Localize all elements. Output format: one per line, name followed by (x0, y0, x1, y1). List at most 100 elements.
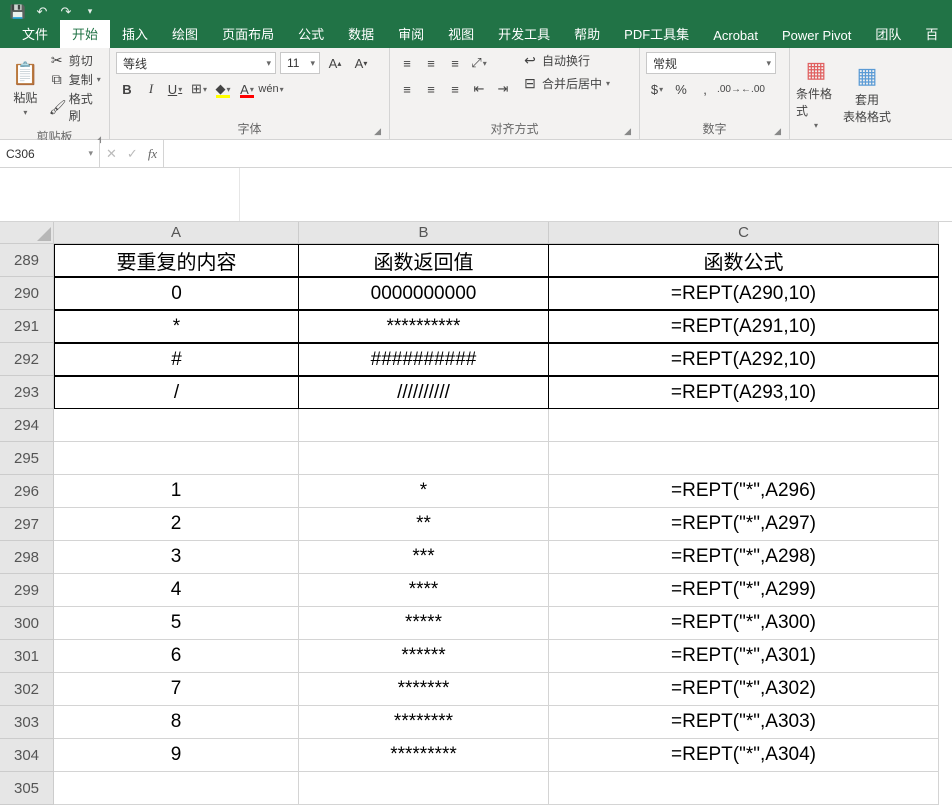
tab-插入[interactable]: 插入 (110, 20, 160, 48)
tab-百[interactable]: 百 (913, 20, 950, 48)
cell[interactable] (54, 442, 299, 475)
increase-indent-icon[interactable]: ⇥ (492, 78, 514, 100)
cell[interactable]: / (54, 376, 299, 409)
tab-文件[interactable]: 文件 (10, 20, 60, 48)
cell[interactable]: ########## (299, 343, 549, 376)
row-header[interactable]: 289 (0, 244, 54, 277)
select-all-corner[interactable] (0, 222, 54, 244)
tab-视图[interactable]: 视图 (436, 20, 486, 48)
row-header[interactable]: 291 (0, 310, 54, 343)
cell[interactable]: =REPT("*",A302) (549, 673, 939, 706)
orientation-icon[interactable]: ⤢▾ (468, 52, 490, 74)
cell[interactable] (299, 409, 549, 442)
cell[interactable]: 7 (54, 673, 299, 706)
italic-button[interactable]: I (140, 78, 162, 100)
row-header[interactable]: 297 (0, 508, 54, 541)
row-header[interactable]: 296 (0, 475, 54, 508)
tab-帮助[interactable]: 帮助 (562, 20, 612, 48)
merge-center-button[interactable]: ⊟合并后居中▾ (522, 75, 610, 92)
cell[interactable] (54, 772, 299, 805)
cell[interactable] (549, 409, 939, 442)
cell[interactable]: 函数公式 (549, 244, 939, 277)
underline-button[interactable]: U▾ (164, 78, 186, 100)
wrap-text-button[interactable]: ↩自动换行 (522, 52, 610, 69)
tab-绘图[interactable]: 绘图 (160, 20, 210, 48)
row-header[interactable]: 295 (0, 442, 54, 475)
tab-开发工具[interactable]: 开发工具 (486, 20, 562, 48)
row-header[interactable]: 298 (0, 541, 54, 574)
tab-Acrobat[interactable]: Acrobat (701, 24, 770, 48)
qat-more-icon[interactable]: ▾ (78, 6, 102, 17)
worksheet[interactable]: A B C 289要重复的内容函数返回值函数公式29000000000000=R… (0, 222, 952, 805)
row-header[interactable]: 302 (0, 673, 54, 706)
comma-icon[interactable]: , (694, 78, 716, 100)
percent-icon[interactable]: % (670, 78, 692, 100)
dialog-launcher-icon[interactable]: ◢ (774, 126, 781, 137)
cell[interactable]: =REPT("*",A297) (549, 508, 939, 541)
paste-button[interactable]: 📋 粘贴 ▾ (6, 52, 45, 126)
row-header[interactable]: 292 (0, 343, 54, 376)
tab-团队[interactable]: 团队 (863, 20, 913, 48)
tab-Power Pivot[interactable]: Power Pivot (770, 24, 863, 48)
font-size-combo[interactable]: 11 (280, 52, 320, 74)
cell[interactable]: ********* (299, 739, 549, 772)
column-header[interactable]: A (54, 222, 299, 244)
cell[interactable]: =REPT("*",A300) (549, 607, 939, 640)
row-header[interactable]: 293 (0, 376, 54, 409)
cell[interactable]: 3 (54, 541, 299, 574)
cell[interactable] (549, 442, 939, 475)
save-icon[interactable]: 💾 (6, 4, 30, 20)
cell[interactable]: ** (299, 508, 549, 541)
row-header[interactable]: 290 (0, 277, 54, 310)
cell[interactable]: =REPT(A291,10) (549, 310, 939, 343)
bold-button[interactable]: B (116, 78, 138, 100)
decrease-indent-icon[interactable]: ⇤ (468, 78, 490, 100)
name-box[interactable]: C306 (0, 140, 100, 167)
redo-icon[interactable]: ↷ (54, 4, 78, 20)
dialog-launcher-icon[interactable]: ◢ (624, 126, 631, 137)
cell[interactable]: =REPT("*",A301) (549, 640, 939, 673)
row-header[interactable]: 301 (0, 640, 54, 673)
cell[interactable]: 8 (54, 706, 299, 739)
cell[interactable]: * (299, 475, 549, 508)
enter-icon[interactable]: ✓ (127, 146, 138, 162)
row-header[interactable]: 300 (0, 607, 54, 640)
cell[interactable]: ****** (299, 640, 549, 673)
cell[interactable]: ******** (299, 706, 549, 739)
cell[interactable] (299, 772, 549, 805)
cut-button[interactable]: ✂剪切 (49, 52, 103, 69)
cell[interactable]: =REPT("*",A304) (549, 739, 939, 772)
font-name-combo[interactable]: 等线 (116, 52, 276, 74)
tab-公式[interactable]: 公式 (286, 20, 336, 48)
row-header[interactable]: 299 (0, 574, 54, 607)
cell[interactable]: =REPT(A292,10) (549, 343, 939, 376)
cancel-icon[interactable]: ✕ (106, 146, 117, 162)
cell[interactable]: # (54, 343, 299, 376)
cell[interactable]: 2 (54, 508, 299, 541)
row-header[interactable]: 294 (0, 409, 54, 442)
formula-input[interactable] (164, 140, 952, 167)
cell[interactable] (549, 772, 939, 805)
decrease-font-icon[interactable]: A▾ (350, 52, 372, 74)
cell[interactable] (54, 409, 299, 442)
table-format-button[interactable]: ▦ 套用 表格格式 (840, 52, 894, 135)
cell[interactable]: =REPT(A290,10) (549, 277, 939, 310)
cell[interactable]: ******* (299, 673, 549, 706)
currency-icon[interactable]: $▾ (646, 78, 668, 100)
cell[interactable]: 4 (54, 574, 299, 607)
tab-数据[interactable]: 数据 (336, 20, 386, 48)
cell[interactable]: =REPT("*",A303) (549, 706, 939, 739)
cell[interactable]: 5 (54, 607, 299, 640)
cell[interactable]: 函数返回值 (299, 244, 549, 277)
cell[interactable]: 9 (54, 739, 299, 772)
align-bottom-icon[interactable]: ≡ (444, 52, 466, 74)
cell[interactable]: =REPT("*",A299) (549, 574, 939, 607)
format-painter-button[interactable]: 🖌格式刷 (49, 90, 103, 124)
tab-页面布局[interactable]: 页面布局 (210, 20, 286, 48)
phonetic-button[interactable]: wén▾ (260, 78, 282, 100)
column-header[interactable]: B (299, 222, 549, 244)
cell[interactable]: **** (299, 574, 549, 607)
cell[interactable]: ***** (299, 607, 549, 640)
cell[interactable]: =REPT(A293,10) (549, 376, 939, 409)
conditional-format-button[interactable]: ▦ 条件格式 ▾ (796, 52, 836, 135)
